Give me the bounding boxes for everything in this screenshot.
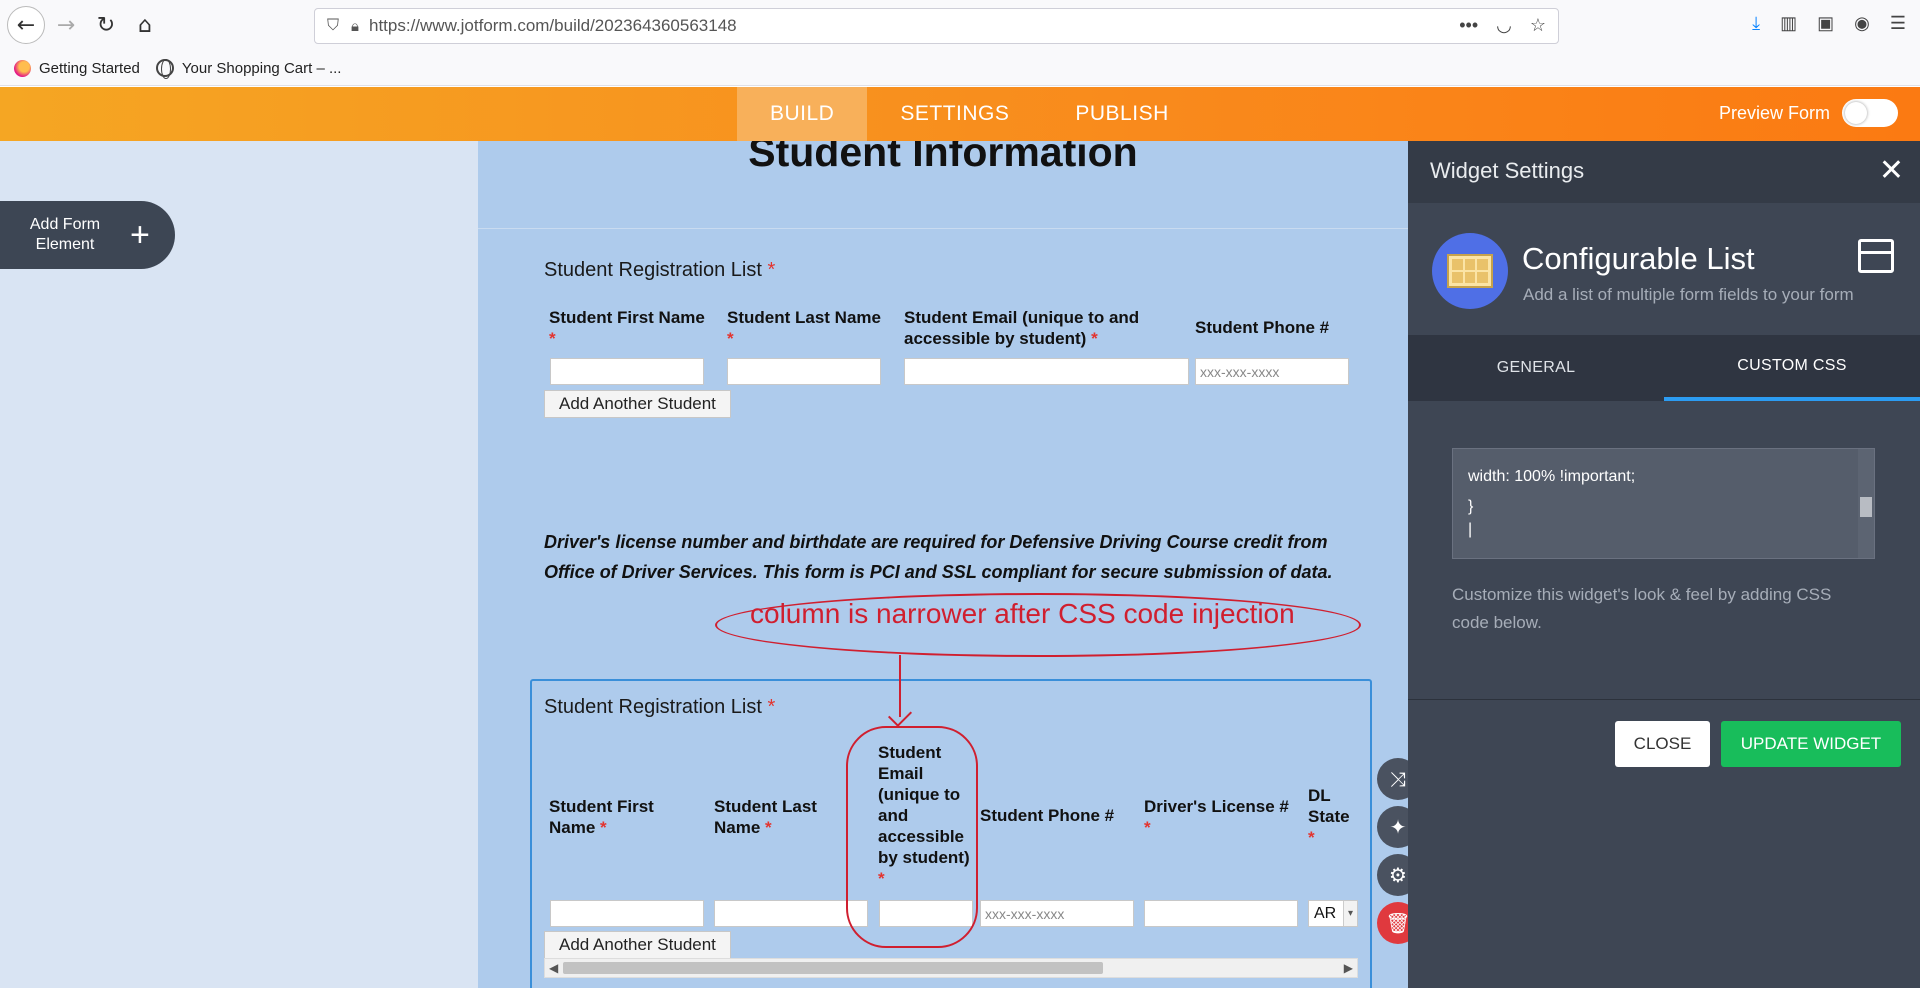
download-icon[interactable]: ⤓ xyxy=(1752,13,1760,34)
app-header: BUILD SETTINGS PUBLISH Preview Form xyxy=(0,87,1920,141)
lock-icon: 🔒︎ xyxy=(351,17,359,35)
address-bar[interactable]: ⛉ 🔒︎ https://www.jotform.com/build/20236… xyxy=(314,8,1559,44)
css-line: width: 100% !important; xyxy=(1468,468,1636,485)
configurable-list-logo-icon xyxy=(1432,233,1508,309)
url-text[interactable]: https://www.jotform.com/build/2023643605… xyxy=(369,16,737,36)
list1-first-name-input[interactable] xyxy=(550,358,704,385)
list2-dl-state-select[interactable]: AR ▾ xyxy=(1308,900,1358,927)
list2-phone-input[interactable]: xxx-xxx-xxxx xyxy=(980,900,1134,927)
list1-email-input[interactable] xyxy=(904,358,1189,385)
close-button[interactable]: CLOSE xyxy=(1615,721,1710,767)
magic-wand-icon[interactable]: ✦ xyxy=(1377,806,1408,848)
custom-css-textarea[interactable]: width: 100% !important; } | xyxy=(1452,448,1875,559)
tab-build[interactable]: BUILD xyxy=(737,87,868,141)
bookmark-shopping-cart[interactable]: Your Shopping Cart – ... xyxy=(155,59,341,79)
shuffle-icon[interactable]: ⤨ xyxy=(1377,758,1408,800)
bookmark-getting-started[interactable]: Getting Started xyxy=(14,59,140,77)
list2-col-last-name: Student Last Name * xyxy=(714,797,817,837)
list2-label[interactable]: Student Registration List * xyxy=(544,696,775,719)
close-icon[interactable]: ✕ xyxy=(1879,153,1904,188)
add-form-element-button[interactable]: Add Form Element + xyxy=(0,201,175,269)
scrollbar-thumb[interactable] xyxy=(563,962,1103,974)
back-arrow-icon[interactable]: ← xyxy=(7,6,45,44)
list1-col-first-name: Student First Name * xyxy=(549,308,705,348)
list1-phone-input[interactable]: xxx-xxx-xxxx xyxy=(1195,358,1349,385)
store-icon[interactable] xyxy=(1858,239,1894,273)
scroll-right-icon[interactable]: ▶ xyxy=(1344,959,1353,977)
list1-last-name-input[interactable] xyxy=(727,358,881,385)
list2-col-first-name: Student First Name * xyxy=(549,797,654,837)
divider xyxy=(1408,699,1920,700)
menu-icon[interactable]: ☰ xyxy=(1890,13,1906,34)
chevron-down-icon: ▾ xyxy=(1343,901,1357,926)
notice-text: Driver's license number and birthdate ar… xyxy=(544,532,1333,582)
add-form-element-label: Add Form Element xyxy=(29,216,101,253)
custom-css-hint: Customize this widget's look & feel by a… xyxy=(1452,585,1832,632)
library-icon[interactable]: ▥ xyxy=(1780,13,1797,34)
horizontal-scrollbar[interactable]: ◀ ▶ xyxy=(544,958,1358,978)
text-cursor: | xyxy=(1468,521,1473,538)
pocket-icon[interactable]: ◡ xyxy=(1496,15,1512,36)
browser-toolbar: ← → ↻ ⌂ ⛉ 🔒︎ https://www.jotform.com/bui… xyxy=(0,0,1920,51)
more-actions-icon[interactable]: ••• xyxy=(1459,15,1478,36)
list2-drivers-license-input[interactable] xyxy=(1144,900,1298,927)
widget-description: Add a list of multiple form fields to yo… xyxy=(1523,285,1854,304)
list2-col-phone: Student Phone # xyxy=(980,806,1115,825)
list1-col-email: Student Email (unique to and accessible … xyxy=(904,308,1140,348)
update-widget-button[interactable]: UPDATE WIDGET xyxy=(1721,721,1901,767)
form-title[interactable]: Student Information xyxy=(478,141,1408,176)
preview-form-label: Preview Form xyxy=(1718,102,1830,123)
plus-icon: + xyxy=(130,215,150,254)
list2-first-name-input[interactable] xyxy=(550,900,704,927)
list1-col-last-name: Student Last Name * xyxy=(727,308,881,348)
widget-info: Configurable List Add a list of multiple… xyxy=(1408,203,1920,335)
css-line: } xyxy=(1468,498,1474,515)
trash-icon[interactable]: 🗑︎ xyxy=(1377,902,1408,944)
widget-settings-tabs: GENERAL CUSTOM CSS xyxy=(1408,335,1920,401)
tab-publish[interactable]: PUBLISH xyxy=(1042,87,1201,141)
annotation-text: column is narrower after CSS code inject… xyxy=(750,598,1295,629)
list1-label[interactable]: Student Registration List * xyxy=(544,259,775,282)
divider xyxy=(478,228,1408,229)
tab-custom-css[interactable]: CUSTOM CSS xyxy=(1664,335,1920,401)
css-scrollbar[interactable] xyxy=(1858,449,1874,558)
sidebar-icon[interactable]: ▣ xyxy=(1817,13,1834,34)
list2-add-student-button[interactable]: Add Another Student xyxy=(544,931,731,959)
tab-general[interactable]: GENERAL xyxy=(1408,335,1664,401)
left-panel: Add Form Element + xyxy=(0,141,478,988)
list1-col-phone: Student Phone # xyxy=(1195,318,1330,337)
bookmarks-bar: Getting Started Your Shopping Cart – ... xyxy=(0,51,1920,86)
annotation-column-highlight xyxy=(846,726,978,948)
tab-settings[interactable]: SETTINGS xyxy=(867,87,1042,141)
list2-last-name-input[interactable] xyxy=(714,900,868,927)
shield-icon: ⛉ xyxy=(327,17,340,34)
account-icon[interactable]: ◉ xyxy=(1854,13,1870,34)
home-icon[interactable]: ⌂ xyxy=(128,8,162,42)
preview-form: Preview Form xyxy=(1719,99,1898,127)
star-icon[interactable]: ☆ xyxy=(1530,15,1546,36)
widget-settings-header: Widget Settings ✕ xyxy=(1408,141,1920,203)
forward-arrow-icon[interactable]: → xyxy=(49,8,83,42)
widget-name: Configurable List xyxy=(1522,241,1755,276)
preview-toggle[interactable] xyxy=(1842,99,1898,127)
scroll-left-icon[interactable]: ◀ xyxy=(549,959,558,977)
list1-add-student-button[interactable]: Add Another Student xyxy=(544,390,731,418)
widget-settings-title: Widget Settings xyxy=(1430,158,1585,183)
list2-col-drivers-license: Driver's License # * xyxy=(1144,797,1289,837)
globe-icon xyxy=(155,59,174,79)
gear-icon[interactable]: ⚙ xyxy=(1377,854,1408,896)
firefox-icon xyxy=(14,59,31,77)
reload-icon[interactable]: ↻ xyxy=(89,8,123,42)
widget-settings-panel: Widget Settings ✕ Configurable List Add … xyxy=(1408,141,1920,988)
list2-col-dl-state: DL State * xyxy=(1308,786,1350,847)
